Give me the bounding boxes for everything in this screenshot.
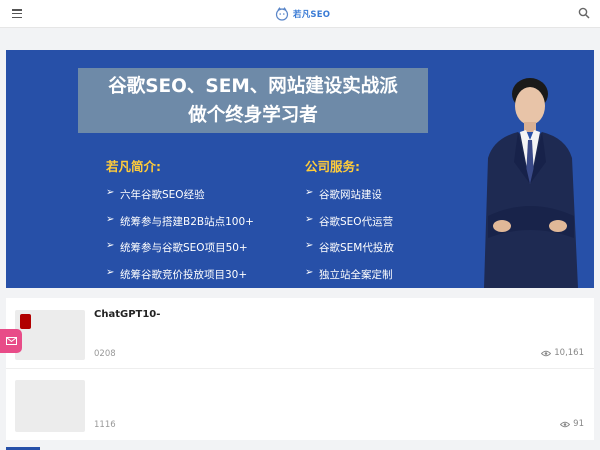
arrow-icon: ➢: [106, 213, 115, 225]
mail-icon: [5, 337, 17, 345]
service-item: ➢ 谷歌SEM代投放: [305, 240, 394, 254]
arrow-icon: ➢: [106, 266, 115, 278]
intro-item: ➢ 六年谷歌SEO经验: [106, 187, 205, 201]
portrait-image: [484, 78, 578, 288]
post-title[interactable]: ChatGPT10-: [94, 309, 160, 320]
eye-icon: [541, 350, 552, 356]
site-logo[interactable]: 若凡SEO: [275, 6, 330, 22]
bottom-partial-content: [0, 445, 600, 450]
view-count: 10,161: [541, 348, 584, 358]
intro-title: 若凡简介:: [106, 159, 161, 174]
eye-icon: [560, 421, 571, 427]
intro-item: ➢ 统筹参与搭建B2B站点100+: [106, 213, 254, 228]
list-item[interactable]: 1116 91: [6, 370, 594, 440]
arrow-icon: ➢: [305, 266, 314, 278]
view-count-text: 10,161: [554, 348, 584, 358]
intro-item: ➢ 统筹谷歌竞价投放项目30+: [106, 266, 248, 281]
top-header: 若凡SEO: [0, 0, 600, 28]
logo-icon: [275, 7, 289, 21]
view-count-text: 91: [573, 419, 584, 429]
hamburger-menu-icon[interactable]: [12, 9, 22, 19]
floating-mail-button[interactable]: [0, 329, 22, 353]
hero-banner[interactable]: 谷歌SEO、SEM、网站建设实战派 做个终身学习者 若凡简介: ➢ 六年谷歌SEO…: [6, 50, 594, 288]
post-date: 0208: [94, 349, 116, 359]
banner-headline: 谷歌SEO、SEM、网站建设实战派 做个终身学习者: [78, 68, 428, 133]
logo-text: 若凡SEO: [293, 10, 331, 20]
arrow-icon: ➢: [305, 213, 314, 225]
post-thumbnail[interactable]: [15, 380, 85, 432]
services-title: 公司服务:: [305, 159, 360, 174]
arrow-icon: ➢: [305, 187, 314, 198]
search-icon[interactable]: [578, 7, 590, 19]
headline-line-2: 做个终身学习者: [188, 105, 318, 126]
service-item: ➢ 独立站全案定制: [305, 266, 393, 281]
red-tag-icon: [20, 314, 31, 329]
arrow-icon: ➢: [305, 240, 314, 251]
list-item[interactable]: ChatGPT10- 0208 10,161: [6, 298, 594, 369]
arrow-icon: ➢: [106, 187, 115, 198]
post-date: 1116: [94, 420, 116, 430]
arrow-icon: ➢: [106, 240, 115, 251]
view-count: 91: [560, 419, 584, 429]
service-item: ➢ 谷歌SEO代运营: [305, 213, 394, 228]
post-list: ChatGPT10- 0208 10,161 1116 91: [6, 298, 594, 440]
intro-column: 若凡简介: ➢ 六年谷歌SEO经验 ➢ 统筹参与搭建B2B站点100+ ➢ 统筹参与谷…: [106, 156, 254, 288]
service-item: ➢ 谷歌网站建设: [305, 187, 382, 201]
intro-item: ➢ 统筹参与谷歌SEO项目50+: [106, 240, 248, 254]
headline-line-1: 谷歌SEO、SEM、网站建设实战派: [108, 76, 398, 97]
services-column: 公司服务: ➢ 谷歌网站建设 ➢ 谷歌SEO代运营 ➢ 谷歌SEM代投放 ➢ 独立站全案…: [305, 156, 394, 288]
